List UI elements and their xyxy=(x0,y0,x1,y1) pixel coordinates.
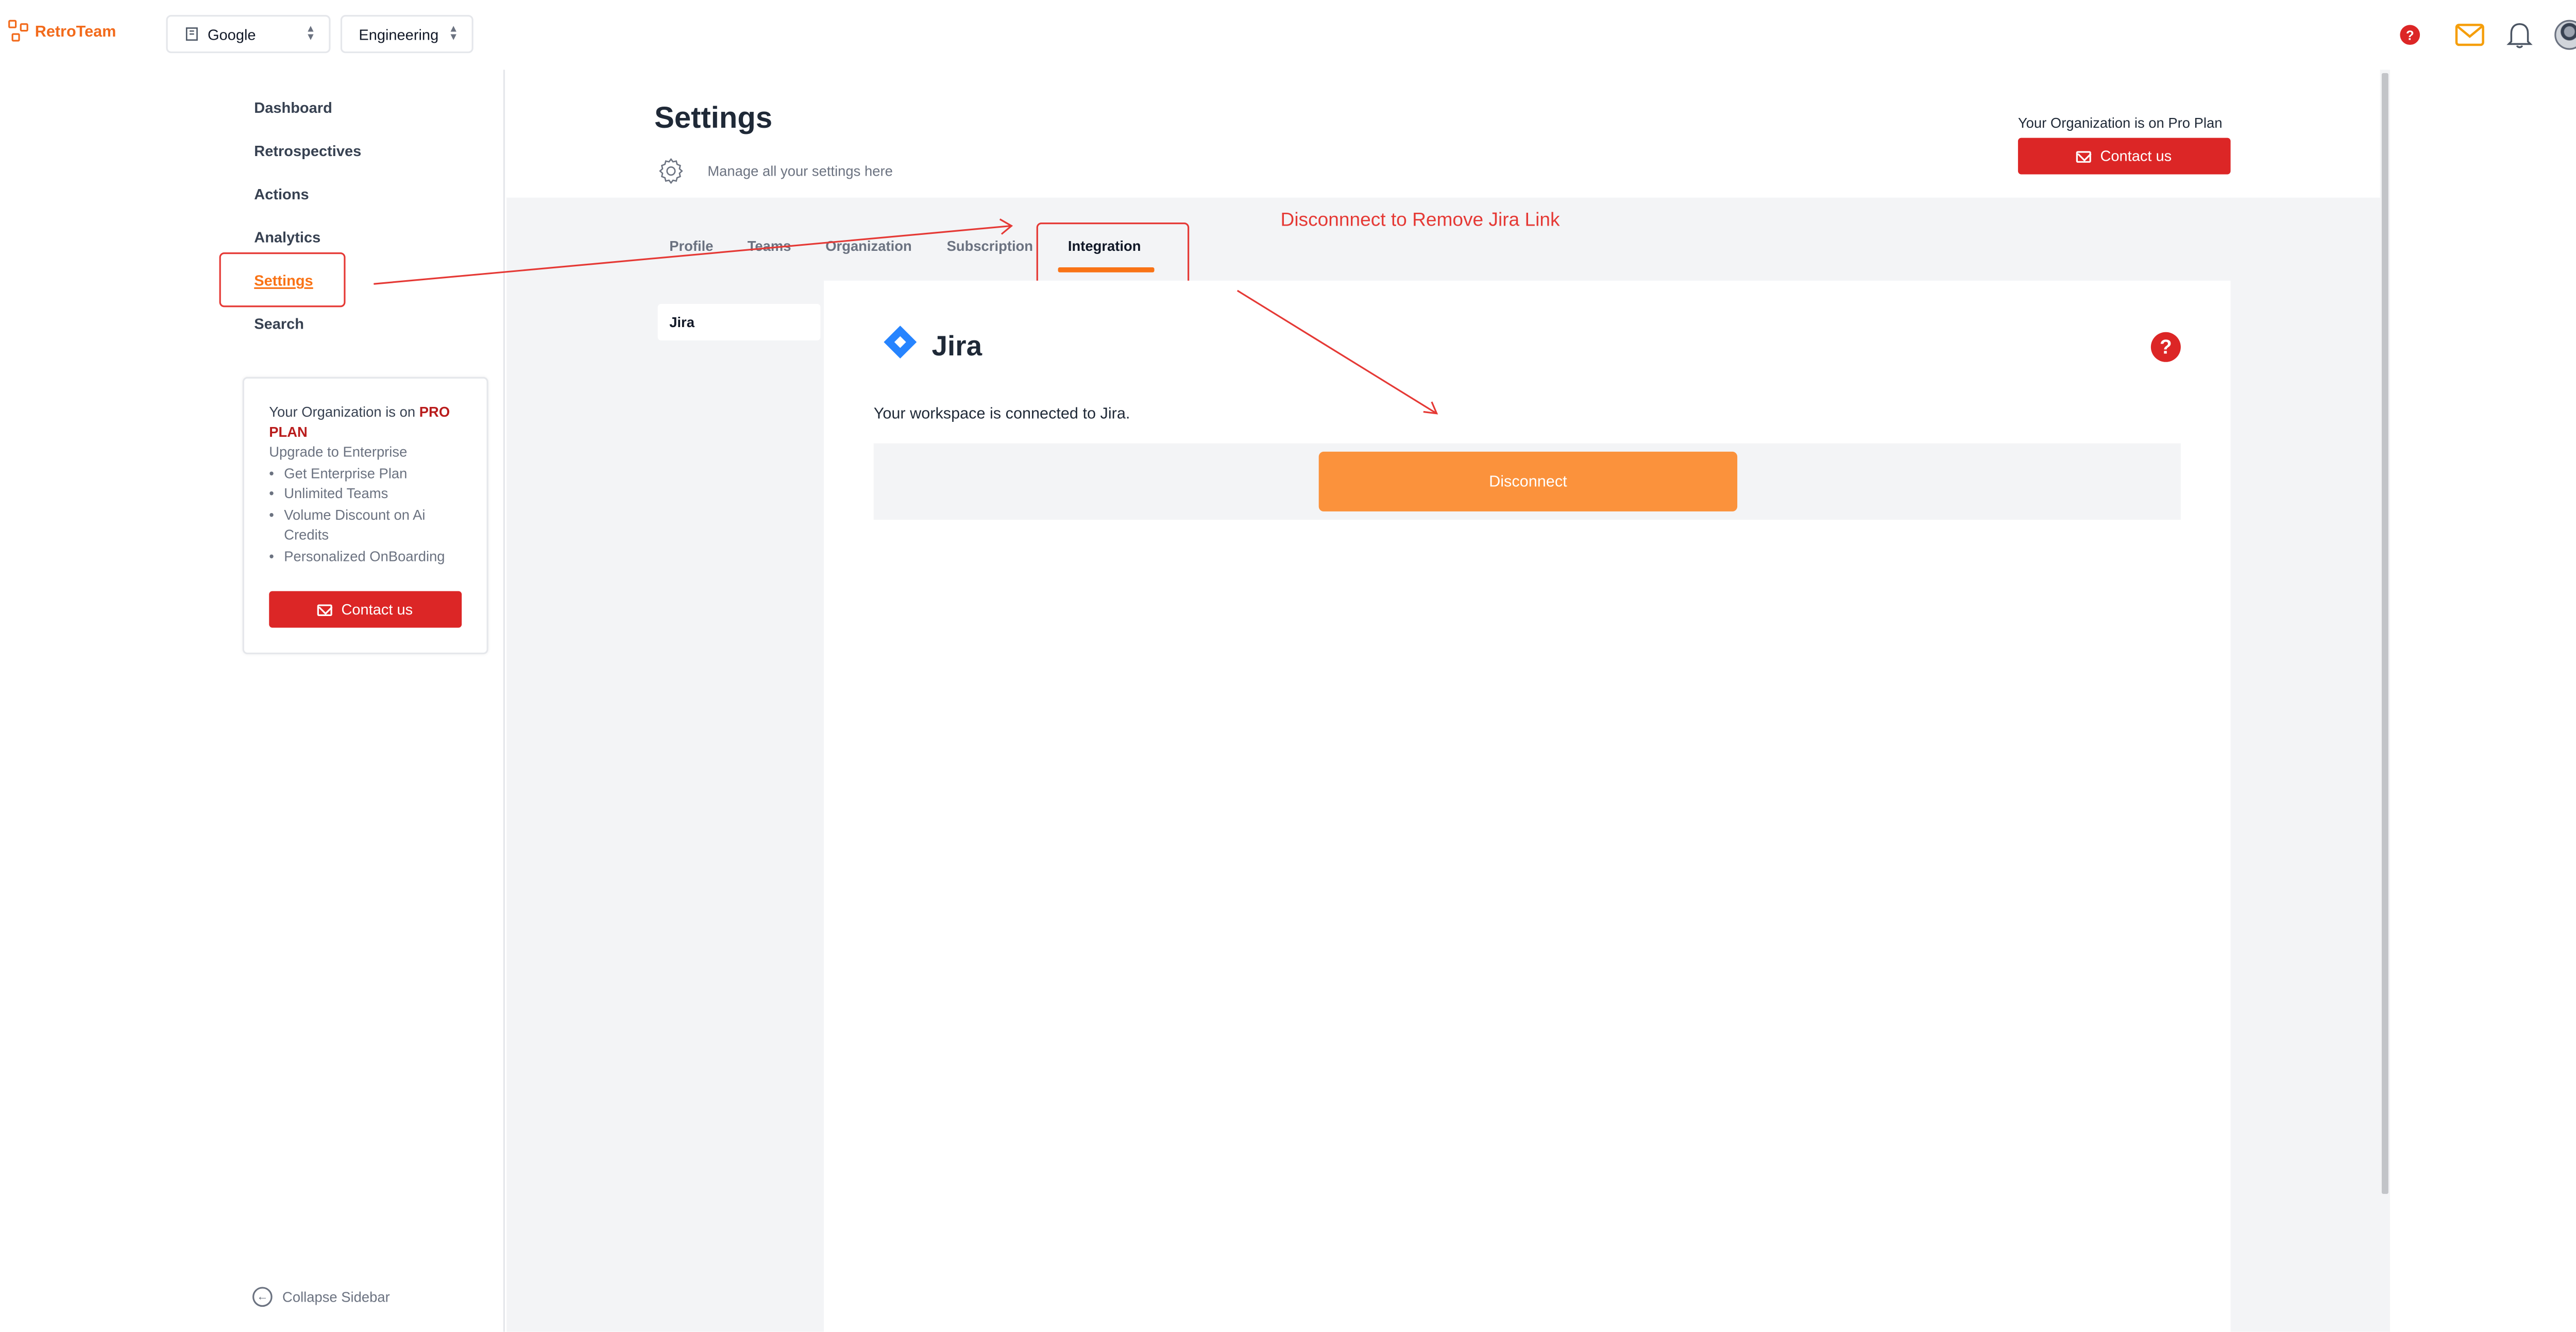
sidebar-item-actions[interactable]: Actions xyxy=(254,186,309,202)
plan-status-text: Your Organization is on Pro Plan xyxy=(2018,114,2223,131)
mail-icon xyxy=(318,603,333,616)
sidebar-item-search[interactable]: Search xyxy=(254,316,304,332)
user-menu[interactable] xyxy=(2553,18,2576,51)
integration-name: Jira xyxy=(931,330,982,362)
chevron-updown-icon: ▲ ▼ xyxy=(306,25,316,43)
team-select-value: Engineering xyxy=(359,25,439,43)
team-select[interactable]: Engineering ▲ ▼ xyxy=(340,15,473,54)
promo-contact-button[interactable]: Contact us xyxy=(269,591,462,628)
scrollbar-thumb[interactable] xyxy=(2381,73,2388,1194)
plan-promo-card: Your Organization is on PRO PLAN Upgrade… xyxy=(242,377,488,655)
promo-feature-list: Get Enterprise Plan Unlimited Teams Volu… xyxy=(269,463,462,566)
app-root: RetroTeam Google ▲ ▼ Engineering ▲ ▼ ? Das… xyxy=(0,0,2576,1332)
integration-panel: Jira ? Your workspace is connected to Ji… xyxy=(824,280,2231,1332)
tab-profile[interactable]: Profile xyxy=(669,237,713,254)
collapse-sidebar-button[interactable]: ← Collapse Sidebar xyxy=(252,1287,390,1307)
notifications-button[interactable] xyxy=(2503,18,2536,51)
mail-icon xyxy=(2077,150,2092,162)
org-select-value: Google xyxy=(207,25,256,43)
sidebar-item-dashboard[interactable]: Dashboard xyxy=(254,99,332,116)
collapse-sidebar-label: Collapse Sidebar xyxy=(282,1288,390,1305)
sidebar: Dashboard Retrospectives Actions Analyti… xyxy=(0,70,505,1332)
mail-icon xyxy=(2455,24,2484,46)
jira-logo-icon xyxy=(884,326,917,359)
main-content: Settings Manage all your settings here Y… xyxy=(506,70,2388,1332)
header-contact-button[interactable]: Contact us xyxy=(2018,138,2231,175)
connection-status: Your workspace is connected to Jira. xyxy=(873,405,1130,424)
integration-subnav-jira[interactable]: Jira xyxy=(657,303,821,340)
page-subtitle: Manage all your settings here xyxy=(707,162,893,180)
promo-feature: Get Enterprise Plan xyxy=(269,463,462,483)
help-icon[interactable]: ? xyxy=(2150,332,2181,362)
promo-feature: Volume Discount on Ai Credits xyxy=(269,504,462,545)
gear-icon xyxy=(659,158,683,184)
tab-organization[interactable]: Organization xyxy=(825,237,911,254)
avatar xyxy=(2554,20,2576,50)
logo-icon xyxy=(8,20,31,43)
chevron-updown-icon: ▲ ▼ xyxy=(448,25,459,43)
promo-upgrade-text: Upgrade to Enterprise xyxy=(269,443,408,460)
disconnect-button[interactable]: Disconnect xyxy=(1318,451,1738,511)
promo-feature: Personalized OnBoarding xyxy=(269,545,462,566)
page-title: Settings xyxy=(654,101,773,135)
building-icon xyxy=(185,27,198,41)
settings-header: Settings Manage all your settings here Y… xyxy=(506,70,2388,198)
promo-plan-line: Your Organization is on PRO PLAN xyxy=(269,403,450,440)
tab-subscription[interactable]: Subscription xyxy=(947,237,1033,254)
tab-teams[interactable]: Teams xyxy=(748,237,791,254)
settings-highlight-box xyxy=(219,252,346,308)
disconnect-section: Disconnect xyxy=(873,443,2181,520)
arrow-left-icon: ← xyxy=(252,1287,273,1307)
promo-feature: Unlimited Teams xyxy=(269,483,462,504)
org-select[interactable]: Google ▲ ▼ xyxy=(166,15,331,54)
mail-button[interactable] xyxy=(2453,18,2486,51)
help-button[interactable]: ? xyxy=(2393,18,2426,51)
bell-icon xyxy=(2506,23,2533,48)
app-logo[interactable]: RetroTeam xyxy=(8,20,116,43)
annotation-text: Disconnnect to Remove Jira Link xyxy=(1280,211,1560,231)
sidebar-item-retrospectives[interactable]: Retrospectives xyxy=(254,143,361,159)
top-bar: RetroTeam Google ▲ ▼ Engineering ▲ ▼ ? xyxy=(0,0,2576,70)
app-name: RetroTeam xyxy=(35,22,116,41)
integration-highlight-box xyxy=(1036,222,1190,287)
sidebar-item-analytics[interactable]: Analytics xyxy=(254,229,320,246)
help-icon: ? xyxy=(2400,25,2420,45)
